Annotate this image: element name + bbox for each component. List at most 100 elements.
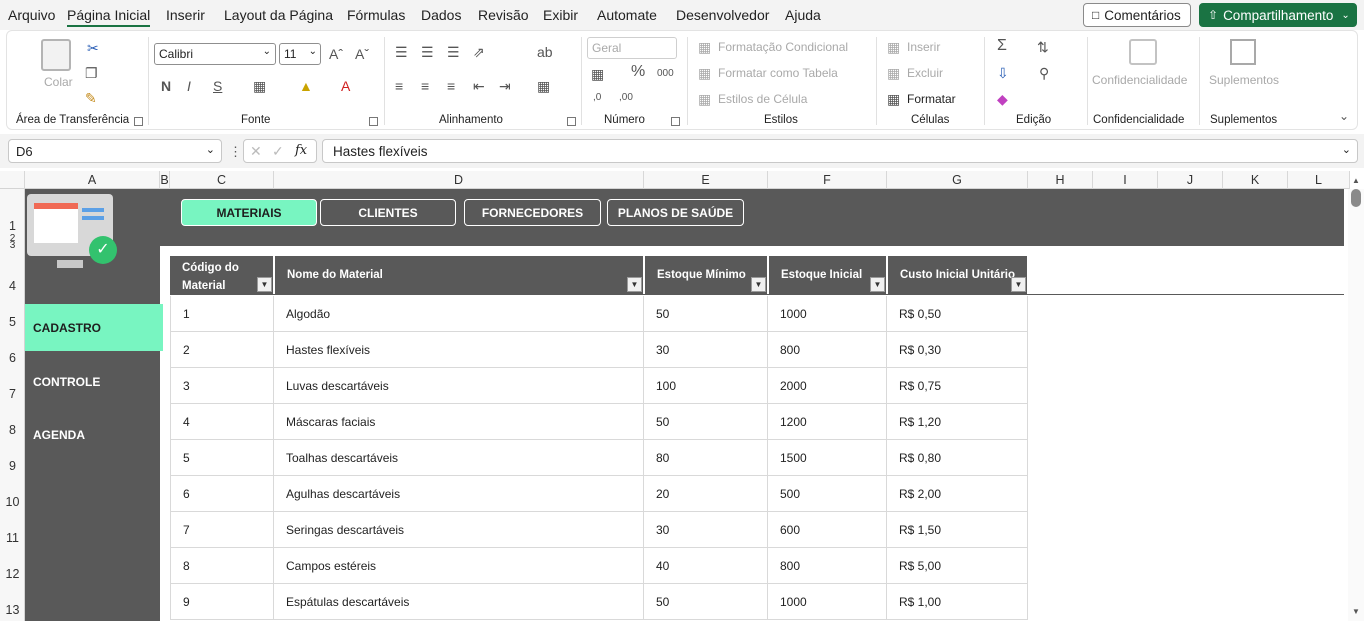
cell-nome[interactable]: Toalhas descartáveis — [274, 440, 644, 476]
cell-estoque-inicial[interactable]: 1200 — [768, 404, 887, 440]
cell-custo[interactable]: R$ 1,00 — [887, 584, 1028, 620]
cell-estoque-minimo[interactable]: 80 — [644, 440, 768, 476]
side-item-agenda[interactable]: AGENDA — [25, 411, 163, 458]
autosum-icon[interactable]: Σ — [997, 38, 1007, 54]
cell-nome[interactable]: Campos estéreis — [274, 548, 644, 584]
filter-dropdown-icon[interactable]: ▼ — [257, 277, 272, 292]
cell-codigo[interactable]: 1 — [170, 296, 274, 332]
cell-custo[interactable]: R$ 0,75 — [887, 368, 1028, 404]
formula-input[interactable]: Hastes flexíveis ⌄ — [322, 139, 1358, 163]
cell-estoque-inicial[interactable]: 500 — [768, 476, 887, 512]
cell-custo[interactable]: R$ 2,00 — [887, 476, 1028, 512]
column-header[interactable]: B — [160, 171, 170, 189]
collapse-ribbon-icon[interactable]: ⌄ — [1339, 109, 1349, 123]
row-header[interactable]: 6 — [0, 351, 25, 365]
search-icon[interactable]: ⚲ — [1039, 66, 1049, 80]
dialog-launcher-icon[interactable] — [369, 117, 378, 126]
align-left-icon[interactable]: ≡ — [395, 79, 403, 93]
delete-cells-button[interactable]: Excluir — [907, 66, 943, 80]
cell-nome[interactable]: Agulhas descartáveis — [274, 476, 644, 512]
menu-pagina-inicial[interactable]: Página Inicial — [67, 7, 151, 27]
paste-label[interactable]: Colar — [44, 75, 73, 89]
sensitivity-button[interactable]: Confidencialidade — [1092, 73, 1187, 87]
cell-estoque-minimo[interactable]: 20 — [644, 476, 768, 512]
column-header[interactable]: K — [1223, 171, 1288, 189]
format-cells-button[interactable]: Formatar — [907, 92, 956, 106]
tab-planos-de-saude[interactable]: PLANOS DE SAÚDE — [607, 199, 744, 226]
number-format-combo[interactable]: Geral — [587, 37, 677, 59]
filter-dropdown-icon[interactable]: ▼ — [751, 277, 766, 292]
cell-estoque-inicial[interactable]: 1000 — [768, 584, 887, 620]
side-item-cadastro[interactable]: CADASTRO — [25, 304, 163, 351]
cell-nome[interactable]: Máscaras faciais — [274, 404, 644, 440]
menu-automate[interactable]: Automate — [597, 7, 657, 23]
row-header[interactable]: 8 — [0, 423, 25, 437]
share-button[interactable]: ⇧ Compartilhamento ⌄ — [1199, 3, 1357, 27]
insert-function-icon[interactable]: fx — [295, 143, 307, 158]
cell-codigo[interactable]: 3 — [170, 368, 274, 404]
name-box[interactable]: D6 ⌄ — [8, 139, 222, 163]
row-header[interactable]: 5 — [0, 315, 25, 329]
cell-estoque-minimo[interactable]: 50 — [644, 296, 768, 332]
cell-custo[interactable]: R$ 5,00 — [887, 548, 1028, 584]
dialog-launcher-icon[interactable] — [567, 117, 576, 126]
scissors-icon[interactable]: ✂ — [87, 41, 99, 55]
font-color-icon[interactable]: A — [341, 79, 350, 93]
cell-nome[interactable]: Algodão — [274, 296, 644, 332]
cell-codigo[interactable]: 8 — [170, 548, 274, 584]
column-header[interactable]: A — [25, 171, 160, 189]
conditional-format-button[interactable]: Formatação Condicional — [718, 40, 848, 54]
format-painter-icon[interactable]: ✎ — [85, 91, 97, 105]
clear-icon[interactable]: ◆ — [997, 92, 1008, 106]
cell-codigo[interactable]: 6 — [170, 476, 274, 512]
decrease-font-icon[interactable]: Aˇ — [355, 47, 369, 61]
more-options-icon[interactable]: ⋮ — [229, 144, 242, 160]
chevron-down-icon[interactable]: ⌄ — [1341, 10, 1349, 21]
column-header[interactable]: C — [170, 171, 274, 189]
cell-estoque-inicial[interactable]: 1500 — [768, 440, 887, 476]
increase-decimal-icon[interactable]: ,0 — [593, 91, 601, 105]
bold-icon[interactable]: N — [161, 79, 171, 93]
menu-ajuda[interactable]: Ajuda — [785, 7, 821, 23]
borders-icon[interactable]: ▦ — [253, 79, 266, 93]
font-size-combo[interactable]: 11 ⌄ — [279, 43, 321, 65]
cell-estoque-inicial[interactable]: 600 — [768, 512, 887, 548]
cell-custo[interactable]: R$ 1,50 — [887, 512, 1028, 548]
cancel-icon[interactable]: ✕ — [250, 143, 262, 160]
row-header[interactable]: 1 — [0, 219, 25, 233]
cell-codigo[interactable]: 4 — [170, 404, 274, 440]
decrease-indent-icon[interactable]: ⇤ — [473, 79, 485, 93]
tab-fornecedores[interactable]: FORNECEDORES — [464, 199, 601, 226]
align-right-icon[interactable]: ≡ — [447, 79, 455, 93]
column-header[interactable]: D — [274, 171, 644, 189]
row-header[interactable]: 7 — [0, 387, 25, 401]
cell-codigo[interactable]: 2 — [170, 332, 274, 368]
cell-estoque-inicial[interactable]: 800 — [768, 332, 887, 368]
column-header[interactable]: J — [1158, 171, 1223, 189]
increase-font-icon[interactable]: Aˆ — [329, 47, 343, 61]
menu-inserir[interactable]: Inserir — [166, 7, 205, 23]
cell-estoque-inicial[interactable]: 2000 — [768, 368, 887, 404]
orientation-icon[interactable]: ⇗ — [473, 45, 485, 59]
menu-revisao[interactable]: Revisão — [478, 7, 529, 23]
dialog-launcher-icon[interactable] — [134, 117, 143, 126]
cell-custo[interactable]: R$ 0,30 — [887, 332, 1028, 368]
cell-estoque-minimo[interactable]: 50 — [644, 404, 768, 440]
cell-estoque-minimo[interactable]: 30 — [644, 332, 768, 368]
column-header[interactable]: I — [1093, 171, 1158, 189]
cell-estoque-inicial[interactable]: 800 — [768, 548, 887, 584]
cell-nome[interactable]: Hastes flexíveis — [274, 332, 644, 368]
cell-styles-button[interactable]: Estilos de Célula — [718, 92, 807, 106]
vertical-scrollbar[interactable]: ▲ ▼ — [1348, 176, 1364, 621]
addins-button[interactable]: Suplementos — [1209, 73, 1279, 87]
cell-estoque-inicial[interactable]: 1000 — [768, 296, 887, 332]
enter-icon[interactable]: ✓ — [272, 143, 284, 160]
font-name-combo[interactable]: Calibri ⌄ — [154, 43, 276, 65]
cell-custo[interactable]: R$ 0,80 — [887, 440, 1028, 476]
row-header[interactable]: 12 — [0, 567, 25, 581]
align-bottom-icon[interactable]: ☰ — [447, 45, 460, 59]
align-top-icon[interactable]: ☰ — [395, 45, 408, 59]
cell-estoque-minimo[interactable]: 30 — [644, 512, 768, 548]
cell-nome[interactable]: Seringas descartáveis — [274, 512, 644, 548]
accounting-icon[interactable]: ▦ — [591, 67, 604, 81]
